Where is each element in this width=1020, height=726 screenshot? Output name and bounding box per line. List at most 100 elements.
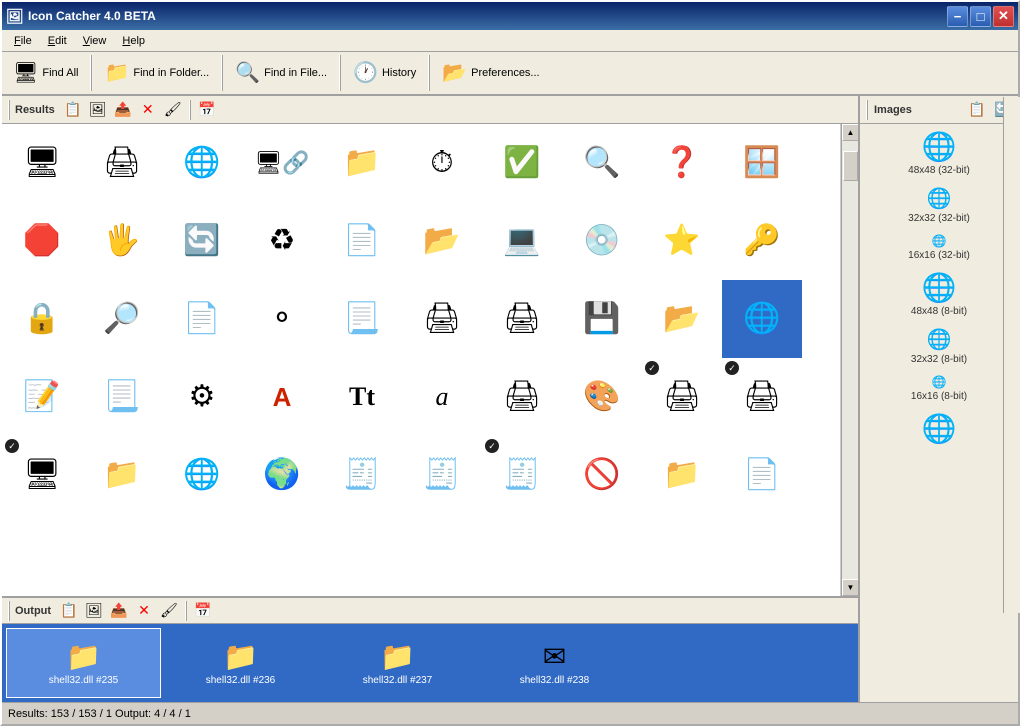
icon-cell-44[interactable]: 🧾 (322, 436, 402, 514)
results-copy-btn[interactable]: 📋 (62, 99, 84, 121)
scroll-track[interactable] (842, 141, 858, 579)
output-calendar-btn[interactable]: 📅 (192, 600, 214, 622)
icon-cell-21[interactable]: 🔎 (82, 280, 162, 358)
icon-cell-30[interactable]: 📝 (2, 358, 82, 436)
icon-cell-17[interactable]: 💿 (562, 202, 642, 280)
output-copy-btn[interactable]: 📋 (58, 600, 80, 622)
history-button[interactable]: 🕐 History (346, 59, 423, 87)
maximize-button[interactable]: □ (970, 6, 991, 27)
icon-cell-4[interactable]: 📁 (322, 124, 402, 202)
icon-cell-7[interactable]: 🔍 (562, 124, 642, 202)
icon-cell-20[interactable]: 🔒 (2, 280, 82, 358)
icon-cell-18[interactable]: ⭐ (642, 202, 722, 280)
thumb-item-1[interactable]: 📁 shell32.dll #236 (163, 628, 318, 698)
menu-view[interactable]: View (75, 33, 115, 49)
icon-cell-49[interactable]: 📄 (722, 436, 802, 514)
icon-cell-13[interactable]: ♻ (242, 202, 322, 280)
results-image-btn[interactable]: 🖼 (87, 99, 109, 121)
icon-cell-15[interactable]: 📂 (402, 202, 482, 280)
icon-cell-48[interactable]: 📁 (642, 436, 722, 514)
icon-cell-35[interactable]: a (402, 358, 482, 436)
image-icon-5: 🌐 (932, 375, 947, 389)
thumb-label-1: shell32.dll #236 (206, 675, 276, 686)
output-image-btn[interactable]: 🖼 (83, 600, 105, 622)
thumb-item-0[interactable]: 📁 shell32.dll #235 (6, 628, 161, 698)
find-in-folder-button[interactable]: 📁 Find in Folder... (97, 59, 216, 87)
image-icon-0: 🌐 (922, 130, 957, 163)
results-export-btn[interactable]: 📤 (112, 99, 134, 121)
icon-cell-14[interactable]: 📄 (322, 202, 402, 280)
icon-cell-37[interactable]: 🎨 (562, 358, 642, 436)
icon-cell-11[interactable]: 🖐 (82, 202, 162, 280)
image-entry-0[interactable]: 🌐 48x48 (32-bit) (864, 128, 1014, 178)
icon-cell-40[interactable]: ✓ 🖥 (2, 436, 82, 514)
icon-cell-36[interactable]: 🖨 (482, 358, 562, 436)
image-entry-3[interactable]: 🌐 48x48 (8-bit) (864, 269, 1014, 319)
icon-cell-10[interactable]: 🛑 (2, 202, 82, 280)
results-brush-btn[interactable]: 🖌 (162, 99, 184, 121)
icon-cell-5[interactable]: ⏱ (402, 124, 482, 202)
image-entry-5[interactable]: 🌐 16x16 (8-bit) (864, 373, 1014, 404)
icon-cell-16[interactable]: 💻 (482, 202, 562, 280)
icon-cell-39[interactable]: ✓ 🖨 (722, 358, 802, 436)
main-content: Results 📋 🖼 📤 ✕ 🖌 📅 🖥 🖨 🌐 🖥🔗 (2, 96, 1018, 702)
icon-cell-19[interactable]: 🔑 (722, 202, 802, 280)
image-entry-2[interactable]: 🌐 16x16 (32-bit) (864, 232, 1014, 263)
icon-cell-38[interactable]: ✓ 🖨 (642, 358, 722, 436)
icon-cell-1[interactable]: 🖨 (82, 124, 162, 202)
thumb-item-3[interactable]: ✉ shell32.dll #238 (477, 628, 632, 698)
icon-cell-42[interactable]: 🌐 (162, 436, 242, 514)
icon-cell-29[interactable]: 🌐 (722, 280, 802, 358)
scroll-down-arrow[interactable]: ▼ (842, 579, 858, 596)
icon-cell-8[interactable]: ❓ (642, 124, 722, 202)
icon-cell-9[interactable]: 🪟 (722, 124, 802, 202)
icon-cell-27[interactable]: 💾 (562, 280, 642, 358)
icon-cell-2[interactable]: 🌐 (162, 124, 242, 202)
icon-cell-43[interactable]: 🌍 (242, 436, 322, 514)
app-window: 🖼 Icon Catcher 4.0 BETA − □ ✕ File Edit … (0, 0, 1020, 726)
icon-cell-28[interactable]: 📂 (642, 280, 722, 358)
images-copy-btn[interactable]: 📋 (966, 99, 988, 121)
output-delete-btn[interactable]: ✕ (133, 600, 155, 622)
icon-cell-3[interactable]: 🖥🔗 (242, 124, 322, 202)
output-export-btn[interactable]: 📤 (108, 600, 130, 622)
minimize-button[interactable]: − (947, 6, 968, 27)
icon-cell-0[interactable]: 🖥 (2, 124, 82, 202)
menu-help[interactable]: Help (114, 33, 153, 49)
toolbar-sep-2 (221, 55, 223, 91)
find-in-file-button[interactable]: 🔍 Find in File... (228, 59, 334, 87)
find-all-button[interactable]: 🖥 Find All (6, 59, 85, 87)
icon-cell-47[interactable]: 🚫 (562, 436, 642, 514)
icon-cell-12[interactable]: 🔄 (162, 202, 242, 280)
icon-cell-33[interactable]: A (242, 358, 322, 436)
icon-cell-23[interactable]: ⚬ (242, 280, 322, 358)
thumb-item-2[interactable]: 📁 shell32.dll #237 (320, 628, 475, 698)
icon-grid-scroll[interactable]: 🖥 🖨 🌐 🖥🔗 📁 ⏱ ✅ 🔍 ❓ 🪟 🛑 🖐 🔄 (2, 124, 841, 596)
icon-cell-45[interactable]: 🧾 (402, 436, 482, 514)
icon-cell-22[interactable]: 📄 (162, 280, 242, 358)
menu-bar: File Edit View Help (2, 30, 1018, 52)
image-entry-4[interactable]: 🌐 32x32 (8-bit) (864, 325, 1014, 367)
icon-cell-34[interactable]: Tt (322, 358, 402, 436)
thumb-icon-1: 📁 (223, 640, 258, 673)
icon-cell-31[interactable]: 📃 (82, 358, 162, 436)
output-brush-btn[interactable]: 🖌 (158, 600, 180, 622)
results-delete-btn[interactable]: ✕ (137, 99, 159, 121)
icon-cell-46[interactable]: ✓ 🧾 (482, 436, 562, 514)
icon-cell-25[interactable]: 🖨 (402, 280, 482, 358)
image-entry-6[interactable]: 🌐 (864, 410, 1014, 447)
icon-cell-24[interactable]: 📃 (322, 280, 402, 358)
scroll-up-arrow[interactable]: ▲ (842, 124, 858, 141)
menu-edit[interactable]: Edit (40, 33, 75, 49)
icon-cell-6[interactable]: ✅ (482, 124, 562, 202)
icon-cell-41[interactable]: 📁 (82, 436, 162, 514)
close-button[interactable]: ✕ (993, 6, 1014, 27)
menu-file[interactable]: File (6, 33, 40, 49)
results-calendar-btn[interactable]: 📅 (196, 99, 218, 121)
app-icon: 🖼 (6, 8, 22, 24)
image-entry-1[interactable]: 🌐 32x32 (32-bit) (864, 184, 1014, 226)
scroll-thumb[interactable] (843, 151, 858, 181)
icon-cell-32[interactable]: ⚙ (162, 358, 242, 436)
preferences-button[interactable]: 📂 Preferences... (435, 59, 546, 87)
icon-cell-26[interactable]: 🖨 (482, 280, 562, 358)
